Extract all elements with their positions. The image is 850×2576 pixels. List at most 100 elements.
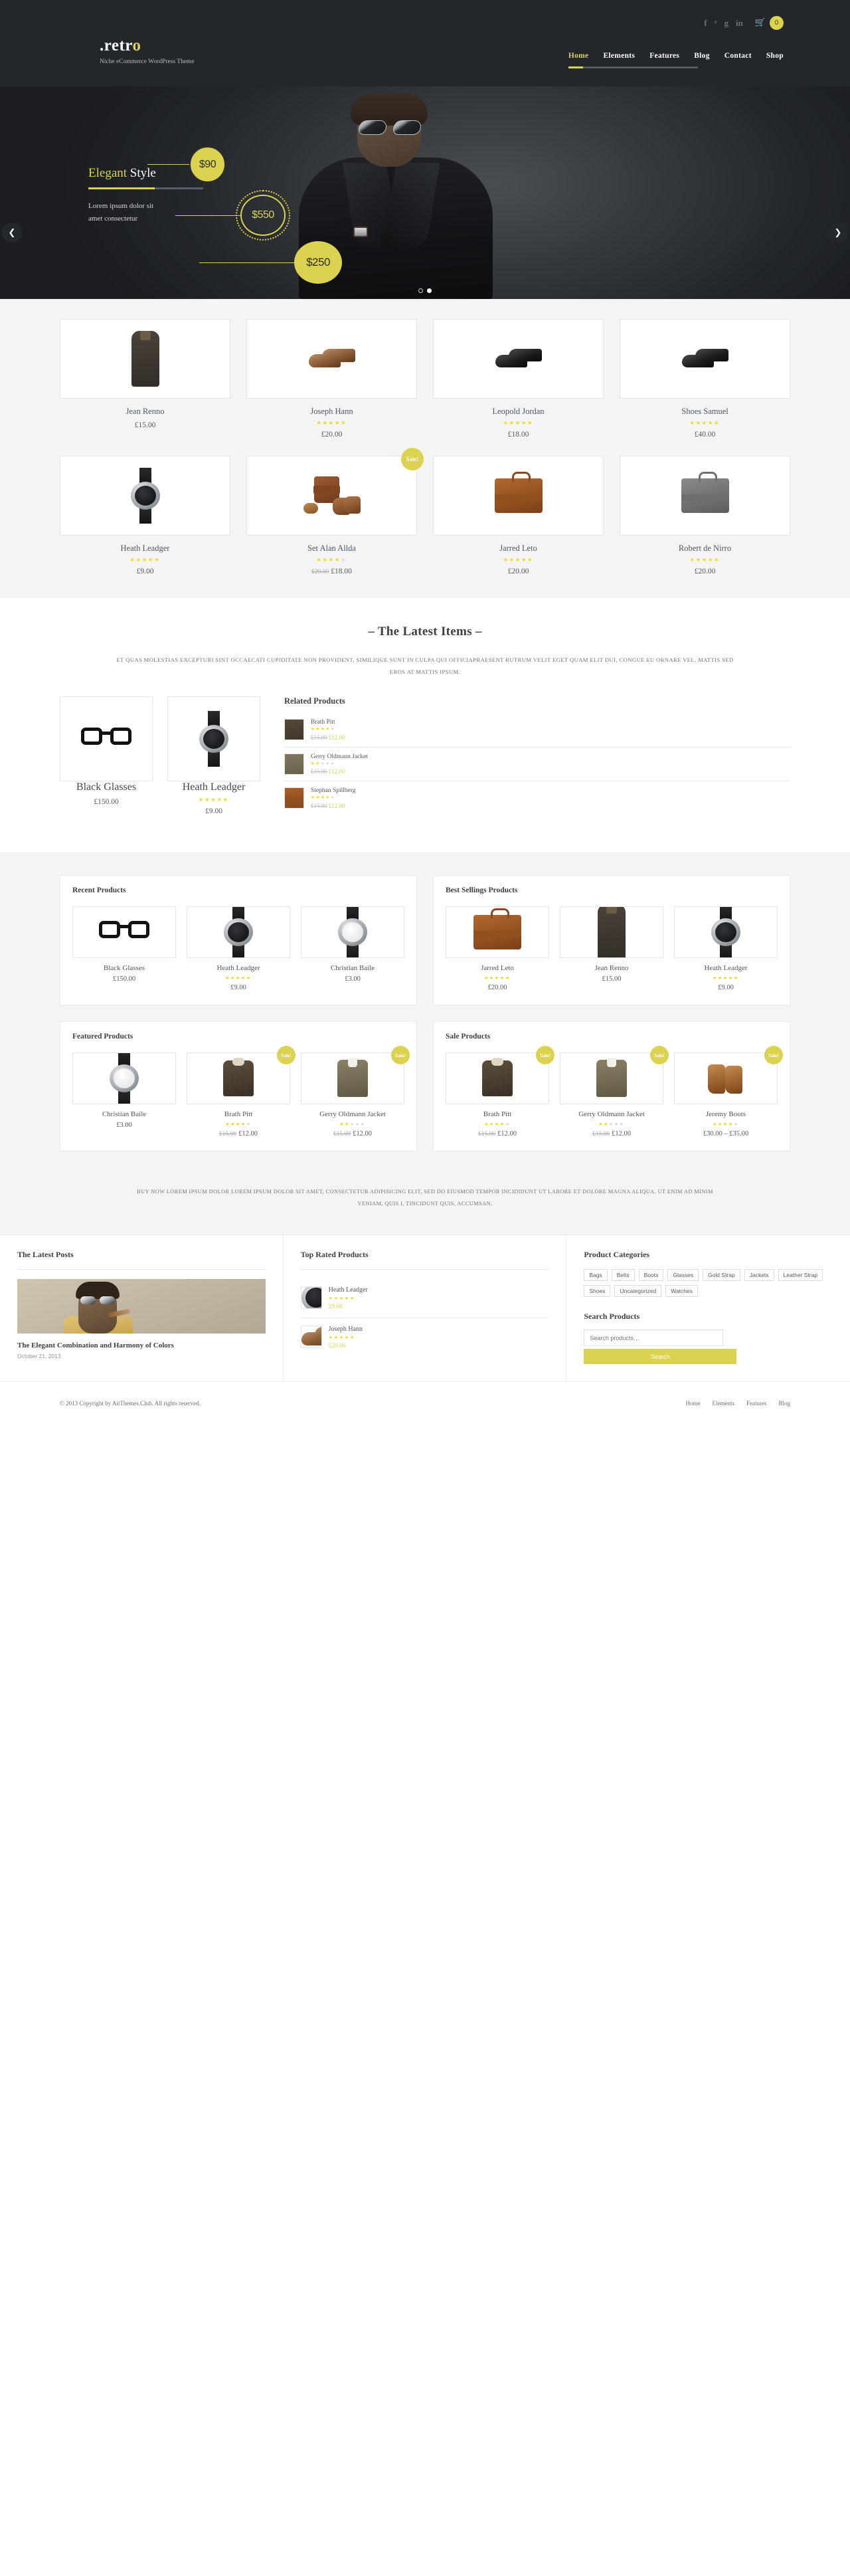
linkedin-icon[interactable]: in: [736, 19, 743, 27]
product-name[interactable]: Christian Baile: [72, 1110, 176, 1118]
category-tag[interactable]: Shoes: [584, 1285, 611, 1298]
product-thumbnail[interactable]: [301, 1052, 404, 1105]
product-card[interactable]: Sale! Jeremy Boots ★★★★★ £30.00 – £35.00: [674, 1046, 783, 1138]
product-name[interactable]: Stephan Spillberg: [311, 787, 356, 794]
cart-widget[interactable]: 🛒 0: [755, 15, 784, 30]
nav-item-contact[interactable]: Contact: [724, 49, 752, 61]
nav-item-elements[interactable]: Elements: [603, 49, 635, 61]
category-tag[interactable]: Watches: [665, 1285, 699, 1298]
product-name[interactable]: Leopold Jordan: [433, 407, 604, 417]
product-thumbnail[interactable]: [187, 1052, 290, 1105]
product-card[interactable]: Jarred Leto ★★★★★ £20.00: [433, 456, 604, 575]
product-name[interactable]: Jarred Leto: [433, 544, 604, 553]
product-card[interactable]: Sale! Brath Pitt ★★★★★ £15.00 £12.00: [446, 1046, 554, 1138]
facebook-icon[interactable]: f: [704, 19, 707, 27]
product-thumbnail[interactable]: [433, 456, 604, 536]
product-name[interactable]: Christian Baile: [301, 964, 404, 972]
product-thumbnail[interactable]: [246, 456, 417, 536]
top-rated-item[interactable]: Joseph Hann ★★★★★ £20.00: [300, 1318, 549, 1357]
nav-link-shop[interactable]: Shop: [766, 52, 784, 60]
product-name[interactable]: Heath Leadger: [60, 544, 230, 553]
search-button[interactable]: Search: [584, 1349, 737, 1365]
product-card[interactable]: Christian Baile £3.00: [72, 1052, 176, 1138]
category-tag[interactable]: Belts: [611, 1269, 635, 1282]
product-name[interactable]: Heath Leadger: [674, 964, 778, 972]
nav-link-home[interactable]: Home: [568, 52, 589, 60]
nav-link-elements[interactable]: Elements: [603, 52, 635, 60]
product-name[interactable]: Brath Pitt: [187, 1110, 290, 1118]
product-name[interactable]: Brath Pitt: [446, 1110, 549, 1118]
product-card[interactable]: Jean Renno £15.00: [60, 319, 230, 439]
product-name[interactable]: Jean Renno: [60, 407, 230, 417]
product-card[interactable]: Sale! Gerry Oldmann Jacket ★★★★★ £15.00 £12.…: [560, 1046, 669, 1138]
product-card[interactable]: Sale! Brath Pitt ★★★★★ £15.00 £12.00: [187, 1046, 296, 1138]
product-name[interactable]: Brath Pitt: [311, 719, 345, 726]
nav-link-contact[interactable]: Contact: [724, 52, 752, 60]
product-card[interactable]: Heath Leadger ★★★★★ £9.00: [674, 906, 778, 991]
hero-price-bubble-90[interactable]: $90: [189, 146, 226, 183]
product-name[interactable]: Gerry Oldmann Jacket: [301, 1110, 404, 1118]
product-thumbnail[interactable]: [446, 906, 549, 959]
product-thumbnail[interactable]: [60, 696, 153, 782]
product-thumbnail[interactable]: [560, 1052, 663, 1105]
product-card[interactable]: Heath Leadger ★★★★★ £9.00: [60, 456, 230, 575]
product-name[interactable]: Jarred Leto: [446, 964, 549, 972]
product-name[interactable]: Jean Renno: [560, 964, 663, 972]
category-tag[interactable]: Boots: [638, 1269, 664, 1282]
site-branding[interactable]: .retro Niche eCommerce WordPress Theme: [100, 37, 195, 65]
category-tag[interactable]: Bags: [584, 1269, 608, 1282]
product-thumbnail[interactable]: [446, 1052, 549, 1105]
product-name[interactable]: Shoes Samuel: [620, 407, 790, 417]
category-tag[interactable]: Glasses: [667, 1269, 699, 1282]
product-card[interactable]: Black Glasses £150.00: [72, 906, 176, 991]
slider-dot-1[interactable]: [418, 288, 423, 293]
product-name[interactable]: Joseph Hann: [329, 1326, 363, 1333]
category-tag[interactable]: Gold Strap: [703, 1269, 740, 1282]
category-tag[interactable]: Uncategorized: [614, 1285, 662, 1298]
product-thumbnail[interactable]: [674, 1052, 778, 1105]
product-card[interactable]: Robert de Nirro ★★★★★ £20.00: [620, 456, 790, 575]
nav-item-blog[interactable]: Blog: [694, 49, 710, 61]
product-thumbnail[interactable]: [433, 319, 604, 399]
hero-price-bubble-550[interactable]: $550: [236, 190, 290, 241]
product-thumbnail[interactable]: [72, 906, 176, 959]
product-thumbnail[interactable]: [560, 906, 663, 959]
product-thumbnail[interactable]: [301, 906, 404, 959]
product-thumbnail[interactable]: [60, 456, 230, 536]
related-product-item[interactable]: Gerry Oldmann Jacket ★★★★★ £15.00 £12.00: [284, 747, 790, 782]
footer-nav-link[interactable]: Features: [746, 1400, 767, 1407]
nav-item-features[interactable]: Features: [649, 49, 679, 61]
product-card[interactable]: Shoes Samuel ★★★★★ £40.00: [620, 319, 790, 439]
slider-next-arrow-icon[interactable]: ❯: [828, 223, 848, 243]
product-name[interactable]: Jeremy Boots: [674, 1110, 778, 1118]
product-name[interactable]: Heath Leadger: [329, 1286, 368, 1294]
nav-link-blog[interactable]: Blog: [694, 52, 710, 60]
post-title[interactable]: The Elegant Combination and Harmony of C…: [17, 1341, 266, 1349]
category-tag[interactable]: Jackets: [744, 1269, 774, 1282]
slider-prev-arrow-icon[interactable]: ❮: [2, 223, 22, 243]
product-name[interactable]: Gerry Oldmann Jacket: [560, 1110, 663, 1118]
product-thumbnail[interactable]: [72, 1052, 176, 1105]
nav-link-features[interactable]: Features: [649, 52, 679, 60]
product-thumbnail[interactable]: [60, 319, 230, 399]
product-card[interactable]: Jean Renno £15.00: [560, 906, 663, 991]
product-name[interactable]: Robert de Nirro: [620, 544, 790, 553]
product-card[interactable]: Christian Baile £3.00: [301, 906, 404, 991]
product-name[interactable]: Black Glasses: [60, 781, 153, 793]
product-name[interactable]: Gerry Oldmann Jacket: [311, 753, 368, 760]
product-thumbnail[interactable]: [620, 319, 790, 399]
product-card[interactable]: Jarred Leto ★★★★★ £20.00: [446, 906, 549, 991]
related-product-item[interactable]: Stephan Spillberg ★★★★★ £15.00 £12.00: [284, 781, 790, 815]
slider-dot-2[interactable]: [427, 288, 432, 293]
product-name[interactable]: Black Glasses: [72, 964, 176, 972]
related-product-item[interactable]: Brath Pitt ★★★★★ £15.00 £12.00: [284, 713, 790, 747]
twitter-icon[interactable]: ᵛ: [715, 19, 717, 27]
top-rated-item[interactable]: Heath Leadger ★★★★★ £9.00: [300, 1279, 549, 1319]
product-card[interactable]: Joseph Hann ★★★★★ £20.00: [246, 319, 417, 439]
product-thumbnail[interactable]: [167, 696, 260, 782]
product-card[interactable]: Heath Leadger ★★★★★ £9.00: [167, 696, 260, 815]
product-card[interactable]: Sale! Set Alan Allda ★★★★★ £20.00 £18.00: [246, 448, 424, 575]
footer-nav-link[interactable]: Home: [685, 1400, 700, 1407]
nav-item-shop[interactable]: Shop: [766, 49, 784, 61]
product-card[interactable]: Sale! Gerry Oldmann Jacket ★★★★★ £15.00 £12.…: [301, 1046, 410, 1138]
